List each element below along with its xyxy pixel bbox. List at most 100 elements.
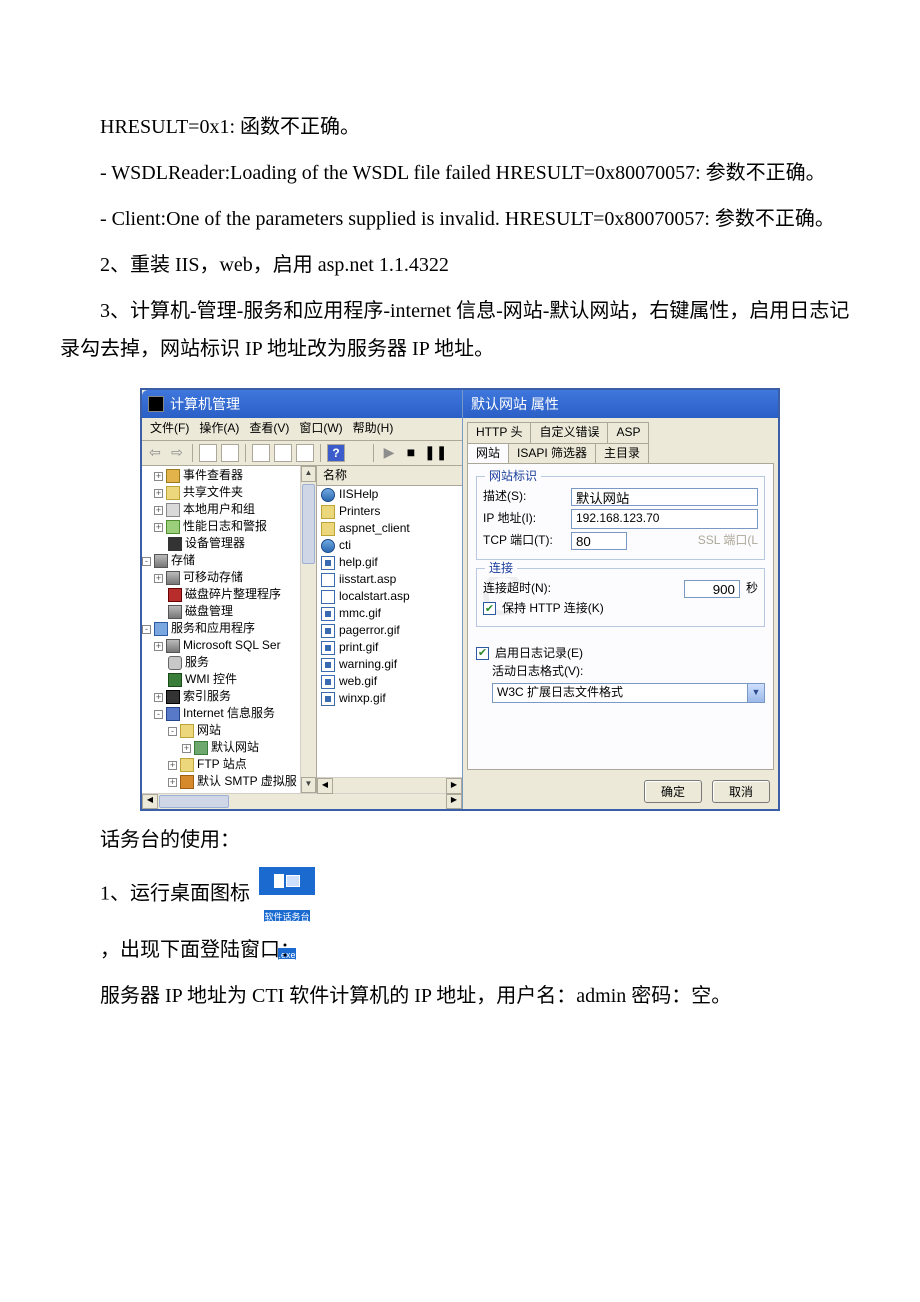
list-item[interactable]: winxp.gif [317, 690, 462, 707]
nav-forward-button[interactable]: ⇨ [168, 444, 186, 462]
list-header-name[interactable]: 名称 [317, 466, 462, 487]
tree-perf[interactable]: 性能日志和警报 [183, 519, 267, 535]
list-item[interactable]: cti [317, 537, 462, 554]
list-item[interactable]: aspnet_client [317, 520, 462, 537]
list-item[interactable]: print.gif [317, 639, 462, 656]
tree-index[interactable]: 索引服务 [183, 689, 231, 705]
up-button[interactable] [199, 444, 217, 462]
scroll-thumb[interactable] [159, 795, 229, 808]
scroll-down-icon[interactable]: ▼ [301, 777, 316, 793]
list-item[interactable]: warning.gif [317, 656, 462, 673]
nav-back-button[interactable]: ⇦ [146, 444, 164, 462]
list-item[interactable]: Printers [317, 503, 462, 520]
scroll-right-icon[interactable]: ▶ [446, 794, 462, 809]
menu-view[interactable]: 查看(V) [245, 420, 293, 438]
tree-users[interactable]: 本地用户和组 [183, 502, 255, 518]
list-item[interactable]: localstart.asp [317, 588, 462, 605]
tree-mssql[interactable]: Microsoft SQL Ser [183, 638, 281, 654]
tab-home-dir[interactable]: 主目录 [595, 443, 649, 464]
refresh-button[interactable] [274, 444, 292, 462]
expand-icon[interactable]: + [154, 489, 163, 498]
tab-custom-errors[interactable]: 自定义错误 [530, 422, 608, 443]
tree-ftp[interactable]: FTP 站点 [197, 757, 247, 773]
scroll-thumb[interactable] [302, 484, 315, 564]
enable-logging-checkbox[interactable]: ✔ [476, 647, 489, 660]
ip-address-combo[interactable]: 192.168.123.70 [571, 509, 758, 529]
list-item-label: pagerror.gif [339, 623, 400, 639]
device-mgr-icon [168, 537, 182, 551]
list-item[interactable]: mmc.gif [317, 605, 462, 622]
console-tree[interactable]: + 事件查看器 + 共享文件夹 + 本地用户和组 + 性能日志和警报 设备管理器 - 存储… [142, 466, 317, 793]
expand-icon[interactable]: + [154, 693, 163, 702]
play-button[interactable]: ▶ [380, 444, 398, 462]
menu-help[interactable]: 帮助(H) [349, 420, 398, 438]
chevron-down-icon[interactable]: ▼ [747, 684, 764, 702]
collapse-icon[interactable]: - [142, 557, 151, 566]
tab-asp[interactable]: ASP [607, 422, 649, 443]
tree-iis[interactable]: Internet 信息服务 [183, 706, 275, 722]
tree-services[interactable]: 服务 [185, 655, 209, 671]
menubar: 文件(F) 操作(A) 查看(V) 窗口(W) 帮助(H) [142, 418, 462, 441]
tree-default-site[interactable]: 默认网站 [211, 740, 259, 756]
collapse-icon[interactable]: - [142, 625, 151, 634]
list-horizontal-scrollbar[interactable]: ◀ ▶ [317, 777, 462, 793]
scroll-right-icon[interactable]: ▶ [446, 778, 462, 794]
keepalive-checkbox[interactable]: ✔ [483, 602, 496, 615]
tree-diskmgmt[interactable]: 磁盘管理 [185, 604, 233, 620]
tree-defrag[interactable]: 磁盘碎片整理程序 [185, 587, 281, 603]
expand-icon[interactable]: + [168, 778, 177, 787]
description-input[interactable] [571, 488, 758, 506]
cancel-button[interactable]: 取消 [712, 780, 770, 803]
list-item[interactable]: IISHelp [317, 486, 462, 503]
export-button[interactable] [296, 444, 314, 462]
tree-device[interactable]: 设备管理器 [185, 536, 245, 552]
collapse-icon[interactable]: - [154, 710, 163, 719]
log-format-combo[interactable]: W3C 扩展日志文件格式 ▼ [492, 683, 765, 703]
expand-icon[interactable]: + [154, 472, 163, 481]
tree-vertical-scrollbar[interactable]: ▲ ▼ [300, 466, 316, 793]
tree-services-apps[interactable]: 服务和应用程序 [171, 621, 255, 637]
scroll-up-icon[interactable]: ▲ [301, 466, 316, 482]
expand-icon[interactable]: + [154, 506, 163, 515]
menu-action[interactable]: 操作(A) [195, 420, 243, 438]
tab-website[interactable]: 网站 [467, 443, 509, 464]
para-step2: 2、重装 IIS，web，启用 asp.net 1.1.4322 [60, 246, 860, 284]
tree-removable[interactable]: 可移动存储 [183, 570, 243, 586]
list-item[interactable]: web.gif [317, 673, 462, 690]
show-hide-button[interactable] [221, 444, 239, 462]
menu-file[interactable]: 文件(F) [146, 420, 193, 438]
tab-http-headers[interactable]: HTTP 头 [467, 422, 531, 443]
timeout-input[interactable] [684, 580, 740, 598]
expand-icon[interactable]: + [154, 523, 163, 532]
list-item[interactable]: help.gif [317, 554, 462, 571]
menu-window[interactable]: 窗口(W) [295, 420, 346, 438]
tree-wmi[interactable]: WMI 控件 [185, 672, 237, 688]
stop-button[interactable]: ■ [402, 444, 420, 462]
mmc-titlebar[interactable]: 计算机管理 [142, 390, 462, 418]
expand-icon[interactable]: + [154, 642, 163, 651]
tree-horizontal-scrollbar[interactable]: ◀ ▶ [142, 793, 462, 809]
details-list[interactable]: 名称 IISHelpPrintersaspnet_clientctihelp.g… [317, 466, 462, 793]
dialog-titlebar[interactable]: 默认网站 属性 [463, 390, 778, 418]
help-button[interactable]: ? [327, 444, 345, 462]
scroll-left-icon[interactable]: ◀ [142, 794, 158, 809]
tree-websites[interactable]: 网站 [197, 723, 221, 739]
list-item[interactable]: iisstart.asp [317, 571, 462, 588]
collapse-icon[interactable]: - [168, 727, 177, 736]
tree-smtp[interactable]: 默认 SMTP 虚拟服 [197, 774, 297, 790]
perf-icon [166, 520, 180, 534]
expand-icon[interactable]: + [154, 574, 163, 583]
tab-isapi[interactable]: ISAPI 筛选器 [508, 443, 596, 464]
tree-shared[interactable]: 共享文件夹 [183, 485, 243, 501]
tcp-port-input[interactable] [571, 532, 627, 550]
expand-icon[interactable]: + [168, 761, 177, 770]
properties-button[interactable] [252, 444, 270, 462]
default-site-icon [194, 741, 208, 755]
expand-icon[interactable]: + [182, 744, 191, 753]
pause-button[interactable]: ❚❚ [424, 444, 442, 462]
scroll-left-icon[interactable]: ◀ [317, 778, 333, 794]
ok-button[interactable]: 确定 [644, 780, 702, 803]
list-item[interactable]: pagerror.gif [317, 622, 462, 639]
tree-event-viewer[interactable]: 事件查看器 [183, 468, 243, 484]
tree-storage[interactable]: 存储 [171, 553, 195, 569]
